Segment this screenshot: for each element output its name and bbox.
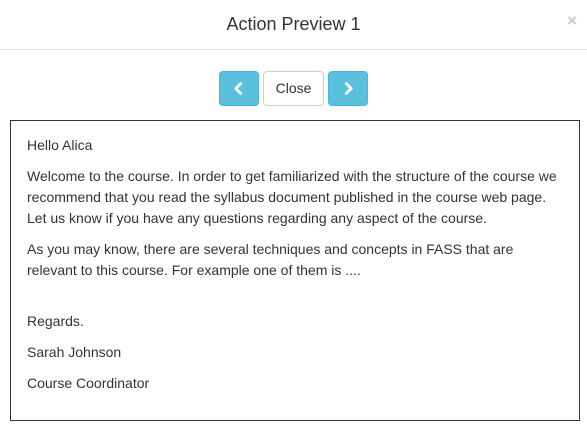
message-paragraph: Welcome to the course. In order to get f… — [27, 168, 557, 226]
preview-navigation: Close — [0, 70, 587, 106]
action-preview-modal: Action Preview 1 × Close Hello Alica Wel… — [0, 0, 587, 427]
modal-header: Action Preview 1 × — [0, 0, 587, 50]
previous-button[interactable] — [218, 70, 259, 106]
sender-name: Sarah Johnson — [27, 344, 122, 360]
next-button[interactable] — [328, 70, 369, 106]
message-paragraph: As you may know, there are several techn… — [27, 241, 514, 278]
modal-title: Action Preview 1 — [226, 14, 361, 34]
chevron-right-icon — [344, 81, 353, 95]
message-preview: Hello Alica Welcome to the course. In or… — [10, 120, 580, 421]
sender-title: Course Coordinator — [27, 375, 150, 391]
close-button[interactable]: Close — [262, 70, 325, 106]
message-greeting: Hello Alica — [27, 137, 93, 153]
message-closing: Regards. — [27, 313, 84, 329]
close-icon[interactable]: × — [567, 12, 577, 30]
chevron-left-icon — [234, 81, 243, 95]
